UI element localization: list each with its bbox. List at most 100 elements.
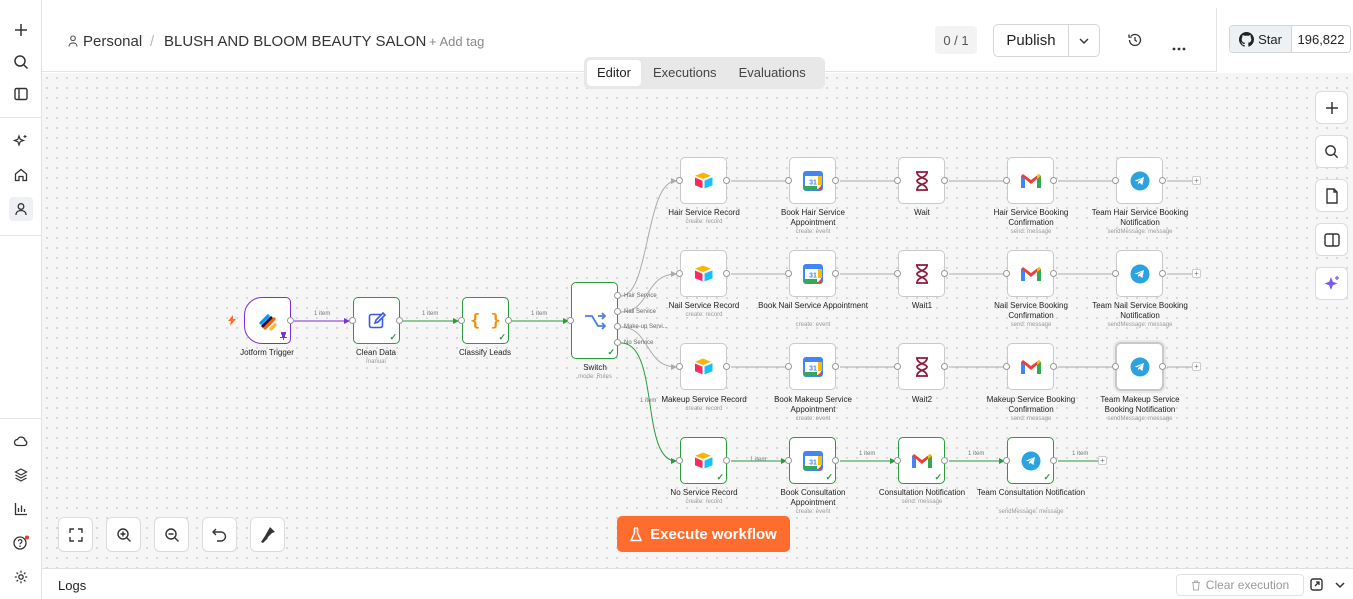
hourglass-icon: [915, 356, 928, 377]
node-classify-leads[interactable]: { } ✓: [462, 297, 509, 344]
node-subtitle: create: record: [685, 312, 723, 318]
success-check-icon: ✓: [498, 332, 506, 342]
node-label: Nail Service Record: [668, 301, 740, 310]
node-switch[interactable]: ✓: [571, 282, 618, 359]
node-label: Makeup Service Record: [661, 395, 747, 404]
sticky-note-button[interactable]: [1315, 179, 1348, 212]
success-check-icon: ✓: [716, 472, 724, 482]
logs-title[interactable]: Logs: [58, 578, 86, 593]
trash-icon: [1191, 580, 1200, 590]
node-subtitle: create: event: [795, 229, 831, 235]
node-label: Team Nail Service Booking Notification: [1092, 301, 1188, 320]
node-label: No Service Record: [670, 488, 738, 497]
edge-label: 1 item: [314, 311, 331, 317]
node-book-makeup-appointment[interactable]: 31: [789, 343, 836, 390]
telegram-icon: [1130, 171, 1149, 190]
telegram-icon: [1021, 451, 1040, 470]
node-makeup-booking-confirmation[interactable]: [1007, 343, 1054, 390]
node-label: Book Makeup Service Appointment: [774, 395, 852, 414]
telegram-icon: [1130, 264, 1149, 283]
node-hair-booking-confirmation[interactable]: [1007, 157, 1054, 204]
add-node-plus[interactable]: +: [1098, 456, 1107, 465]
chevron-down-icon[interactable]: [1334, 578, 1346, 596]
node-makeup-wait[interactable]: [898, 343, 945, 390]
airtable-icon: [694, 358, 712, 374]
node-hair-wait[interactable]: [898, 157, 945, 204]
gmail-icon: [1020, 359, 1041, 374]
node-subtitle: sendMessage: message: [1107, 229, 1173, 235]
add-node-plus[interactable]: +: [1192, 269, 1201, 278]
node-label: Makeup Service Booking Confirmation: [986, 395, 1076, 414]
add-node-plus[interactable]: +: [1192, 176, 1201, 185]
gmail-icon: [1020, 266, 1041, 281]
hourglass-icon: [915, 170, 928, 191]
clear-execution-button[interactable]: Clear execution: [1176, 574, 1304, 596]
node-label: Book Nail Service Appointment: [758, 301, 868, 310]
google-calendar-icon: 31: [802, 263, 823, 284]
node-label: Book Hair Service Appointment: [780, 208, 846, 227]
node-no-service-record[interactable]: ✓: [680, 437, 727, 484]
node-subtitle: send: message: [1010, 416, 1052, 422]
add-node-button[interactable]: [1315, 91, 1348, 124]
node-team-makeup-notification[interactable]: [1116, 343, 1163, 390]
node-subtitle: sendMessage: message: [998, 509, 1064, 515]
pop-out-icon[interactable]: [1310, 578, 1323, 596]
execute-workflow-button[interactable]: Execute workflow: [617, 516, 790, 552]
node-subtitle: manual: [366, 359, 386, 365]
node-jotform-trigger[interactable]: [244, 297, 291, 344]
telegram-icon: [1130, 357, 1149, 376]
edge-label: 1 item: [968, 451, 985, 457]
zoom-to-fit-button[interactable]: [58, 517, 93, 552]
node-team-hair-notification[interactable]: [1116, 157, 1163, 204]
node-book-consultation-appointment[interactable]: 31 ✓: [789, 437, 836, 484]
app-root: Personal / BLUSH AND BLOOM BEAUTY SALON …: [0, 0, 1353, 599]
airtable-icon: [694, 172, 712, 188]
zoom-in-button[interactable]: [106, 517, 141, 552]
node-label: Team Hair Service Booking Notification: [1091, 208, 1189, 227]
node-consultation-notification[interactable]: ✓: [898, 437, 945, 484]
node-team-consultation-notification[interactable]: ✓: [1007, 437, 1054, 484]
node-label: Hair Service Record: [668, 208, 740, 217]
node-subtitle: create: event: [795, 509, 831, 515]
node-label: Wait: [914, 208, 930, 217]
ai-assistant-button[interactable]: [1315, 267, 1348, 300]
node-label: Team Makeup Service Booking Notification: [1100, 395, 1180, 414]
node-team-nail-notification[interactable]: [1116, 250, 1163, 297]
svg-text:31: 31: [809, 459, 817, 466]
node-subtitle: create: record: [685, 406, 723, 412]
zoom-out-button[interactable]: [154, 517, 189, 552]
gmail-icon: [1020, 173, 1041, 188]
zoom-out-icon: [164, 527, 179, 542]
node-nail-booking-confirmation[interactable]: [1007, 250, 1054, 297]
node-label: Team Consultation Notification: [976, 488, 1086, 497]
logs-panel: Logs Clear execution: [42, 568, 1353, 599]
node-hair-service-record[interactable]: [680, 157, 727, 204]
search-nodes-icon: [1325, 145, 1339, 159]
google-calendar-icon: 31: [802, 356, 823, 377]
success-check-icon: ✓: [934, 472, 942, 482]
node-label: Jotform Trigger: [240, 348, 294, 357]
node-makeup-service-record[interactable]: [680, 343, 727, 390]
node-nail-service-record[interactable]: [680, 250, 727, 297]
zoom-in-icon: [116, 527, 131, 542]
side-panel-button[interactable]: [1315, 223, 1348, 256]
node-book-nail-appointment[interactable]: 31: [789, 250, 836, 297]
search-nodes-button[interactable]: [1315, 135, 1348, 168]
node-clean-data[interactable]: ✓: [353, 297, 400, 344]
flask-icon: [630, 526, 642, 541]
tidy-up-button[interactable]: [250, 517, 285, 552]
switch-output-label: Hair Service: [624, 293, 657, 299]
code-braces-icon: { }: [470, 310, 501, 331]
node-nail-wait[interactable]: [898, 250, 945, 297]
google-calendar-icon: 31: [802, 450, 823, 471]
zoom-to-fit-icon: [68, 527, 83, 542]
node-label: Classify Leads: [458, 348, 512, 357]
add-node-icon: [1325, 101, 1338, 114]
success-check-icon: ✓: [825, 472, 833, 482]
add-node-plus[interactable]: +: [1192, 362, 1201, 371]
svg-text:31: 31: [809, 179, 817, 186]
node-book-hair-appointment[interactable]: 31: [789, 157, 836, 204]
undo-button[interactable]: [202, 517, 237, 552]
gmail-icon: [911, 453, 932, 468]
pin-icon: [280, 332, 287, 340]
